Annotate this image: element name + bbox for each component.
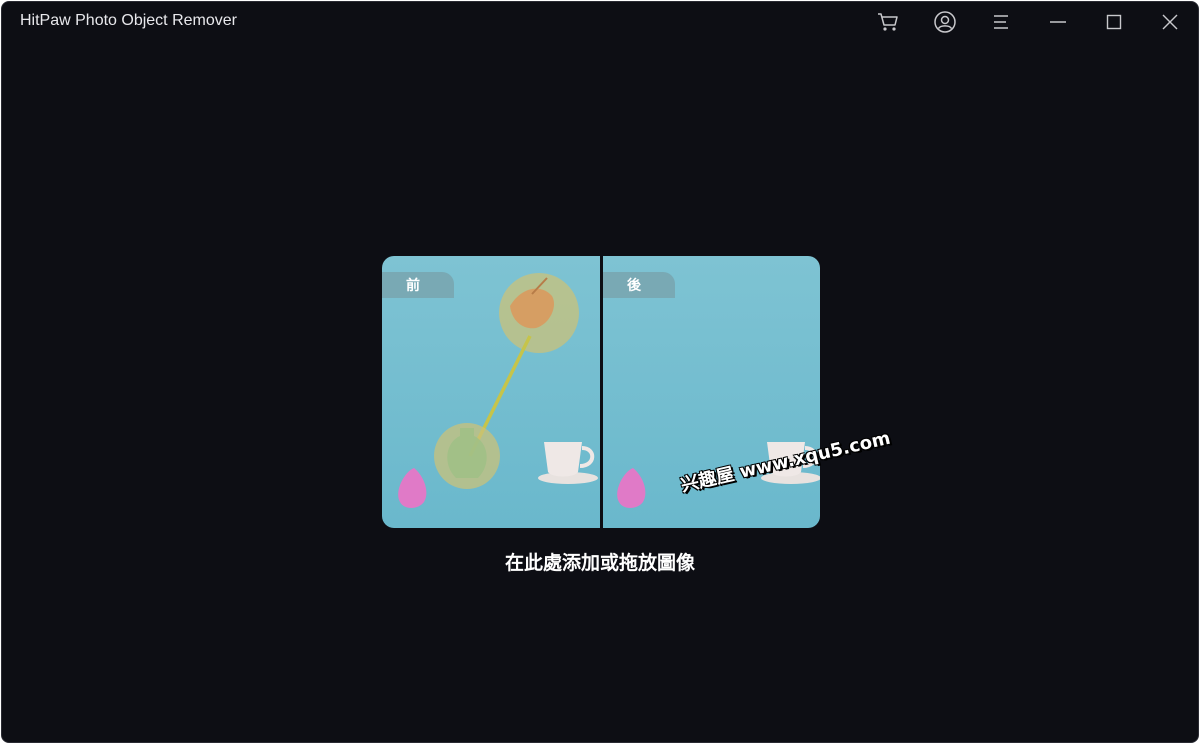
app-title: HitPaw Photo Object Remover: [20, 12, 237, 29]
menu-icon[interactable]: [985, 6, 1017, 38]
title-bar[interactable]: HitPaw Photo Object Remover: [2, 2, 1198, 42]
cart-icon[interactable]: [872, 6, 904, 38]
minimize-icon[interactable]: [1042, 6, 1074, 38]
after-label: 後: [603, 272, 675, 298]
image-drop-zone[interactable]: 前 後: [382, 256, 820, 528]
before-preview: 前: [382, 256, 600, 528]
app-window: HitPaw Photo Object Remover 前 後 在此處添加或拖放…: [1, 1, 1199, 743]
close-icon[interactable]: [1154, 6, 1186, 38]
before-label: 前: [382, 272, 454, 298]
account-icon[interactable]: [929, 6, 961, 38]
drop-instruction: 在此處添加或拖放圖像: [504, 552, 695, 574]
maximize-icon[interactable]: [1098, 6, 1130, 38]
